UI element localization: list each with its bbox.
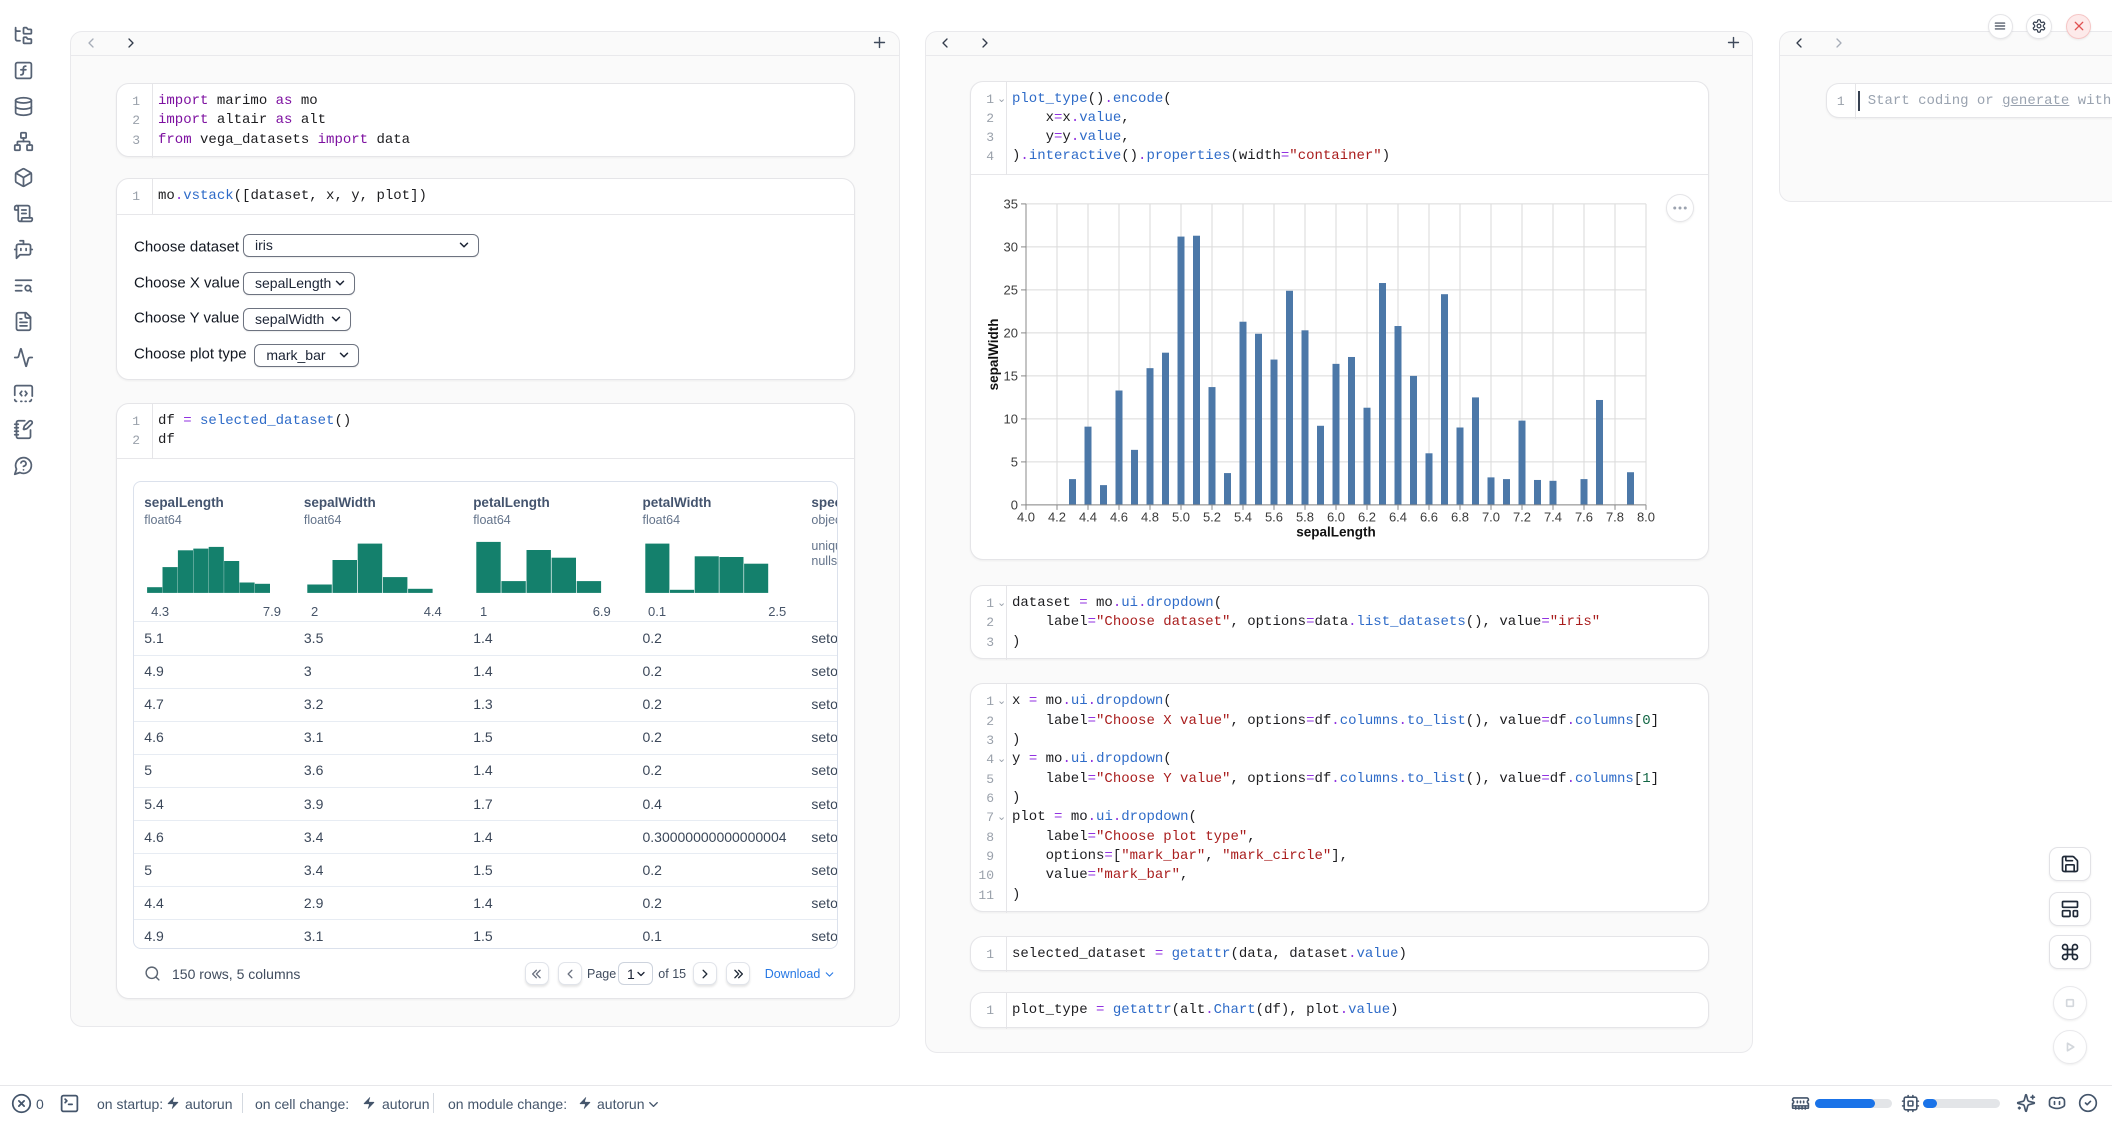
svg-text:6.0: 6.0: [1327, 509, 1345, 524]
svg-text:7.6: 7.6: [1575, 509, 1593, 524]
svg-text:35: 35: [1004, 196, 1018, 211]
svg-text:5.4: 5.4: [1234, 509, 1252, 524]
svg-text:6.4: 6.4: [1389, 509, 1407, 524]
svg-text:7.2: 7.2: [1513, 509, 1531, 524]
svg-text:30: 30: [1004, 239, 1018, 254]
svg-text:5.8: 5.8: [1296, 509, 1314, 524]
svg-text:15: 15: [1004, 368, 1018, 383]
svg-text:4.2: 4.2: [1048, 509, 1066, 524]
svg-text:6.8: 6.8: [1451, 509, 1469, 524]
svg-text:25: 25: [1004, 282, 1018, 297]
svg-text:7.8: 7.8: [1606, 509, 1624, 524]
svg-text:7.0: 7.0: [1482, 509, 1500, 524]
svg-text:5: 5: [1011, 454, 1018, 469]
svg-text:5.0: 5.0: [1172, 509, 1190, 524]
svg-text:4.0: 4.0: [1017, 509, 1035, 524]
svg-text:8.0: 8.0: [1637, 509, 1655, 524]
svg-text:20: 20: [1004, 325, 1018, 340]
svg-text:5.2: 5.2: [1203, 509, 1221, 524]
svg-text:4.6: 4.6: [1110, 509, 1128, 524]
svg-text:7.4: 7.4: [1544, 509, 1562, 524]
svg-text:sepalLength: sepalLength: [1296, 524, 1376, 539]
svg-text:4.4: 4.4: [1079, 509, 1097, 524]
svg-text:sepalWidth: sepalWidth: [986, 318, 1001, 390]
svg-text:5.6: 5.6: [1265, 509, 1283, 524]
svg-text:10: 10: [1004, 411, 1018, 426]
svg-text:4.8: 4.8: [1141, 509, 1159, 524]
svg-text:6.6: 6.6: [1420, 509, 1438, 524]
svg-text:6.2: 6.2: [1358, 509, 1376, 524]
